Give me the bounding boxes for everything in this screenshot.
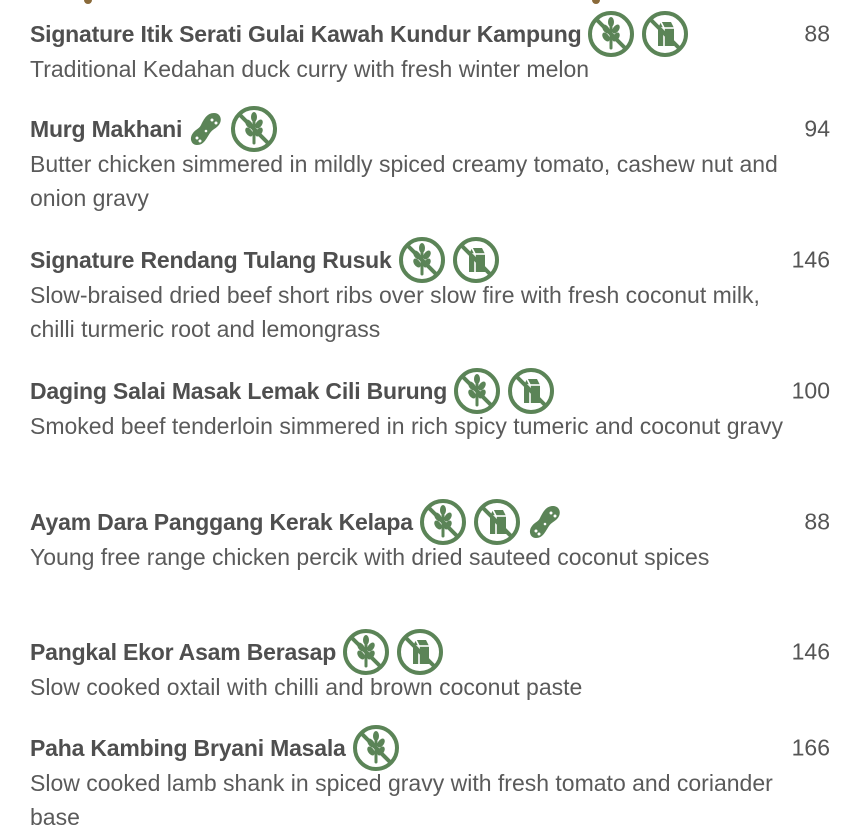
gluten-free-icon xyxy=(453,367,501,415)
menu-item-header: Signature Itik Serati Gulai Kawah Kundur… xyxy=(30,11,830,57)
dish-description: Smoked beef tenderloin simmered in rich … xyxy=(30,413,783,439)
ornament-dot-left xyxy=(84,0,92,4)
menu-item-header: Daging Salai Masak Lemak Cili Burung 100 xyxy=(30,368,830,414)
menu-item-header: Pangkal Ekor Asam Berasap 146 xyxy=(30,629,830,675)
dish-price: 88 xyxy=(804,508,830,535)
menu-item-header: Paha Kambing Bryani Masala 166 xyxy=(30,725,830,771)
dish-description: Slow cooked lamb shank in spiced gravy w… xyxy=(30,770,773,830)
dairy-free-icon xyxy=(396,628,444,676)
gluten-free-icon xyxy=(342,628,390,676)
dish-name: Paha Kambing Bryani Masala xyxy=(30,734,346,761)
dietary-icons xyxy=(398,236,506,284)
menu-item: Ayam Dara Panggang Kerak Kelapa 88 Young… xyxy=(30,499,830,574)
dairy-free-icon xyxy=(473,498,521,546)
menu-item: Paha Kambing Bryani Masala 166 Slow cook… xyxy=(30,725,830,834)
menu-item-header: Murg Makhani 94 xyxy=(30,106,830,152)
contains-nuts-icon xyxy=(188,109,224,149)
dish-description: Slow-braised dried beef short ribs over … xyxy=(30,282,760,342)
dairy-free-icon xyxy=(641,10,689,58)
gluten-free-icon xyxy=(398,236,446,284)
dairy-free-icon xyxy=(452,236,500,284)
dish-name: Signature Itik Serati Gulai Kawah Kundur… xyxy=(30,20,582,47)
dish-name: Pangkal Ekor Asam Berasap xyxy=(30,638,337,665)
dietary-icons xyxy=(342,628,450,676)
menu-item: Pangkal Ekor Asam Berasap 146 Slow cooke… xyxy=(30,629,830,704)
dish-price: 88 xyxy=(804,20,830,47)
dairy-free-icon xyxy=(507,367,555,415)
dish-price: 94 xyxy=(804,115,830,142)
menu-item-header: Signature Rendang Tulang Rusuk 146 xyxy=(30,237,830,283)
gluten-free-icon xyxy=(230,105,278,153)
dish-name: Daging Salai Masak Lemak Cili Burung xyxy=(30,377,448,404)
menu-item: Signature Rendang Tulang Rusuk 146 Slow-… xyxy=(30,237,830,346)
dietary-icons xyxy=(352,724,406,772)
dish-name: Signature Rendang Tulang Rusuk xyxy=(30,246,392,273)
dietary-icons xyxy=(419,498,569,546)
dietary-icons xyxy=(453,367,561,415)
dish-description: Young free range chicken percik with dri… xyxy=(30,544,710,570)
gluten-free-icon xyxy=(352,724,400,772)
dish-price: 166 xyxy=(791,734,830,761)
gluten-free-icon xyxy=(587,10,635,58)
dish-price: 100 xyxy=(791,377,830,404)
dish-price: 146 xyxy=(791,246,830,273)
contains-nuts-icon xyxy=(527,502,563,542)
dietary-icons xyxy=(188,105,284,153)
menu-item: Signature Itik Serati Gulai Kawah Kundur… xyxy=(30,11,830,86)
ornament-dot-right xyxy=(592,0,600,4)
menu-item: Daging Salai Masak Lemak Cili Burung 100… xyxy=(30,368,830,443)
dish-name: Ayam Dara Panggang Kerak Kelapa xyxy=(30,508,413,535)
gluten-free-icon xyxy=(419,498,467,546)
dietary-icons xyxy=(587,10,695,58)
dish-description: Butter chicken simmered in mildly spiced… xyxy=(30,151,778,211)
dish-name: Murg Makhani xyxy=(30,115,183,142)
dish-price: 146 xyxy=(791,638,830,665)
menu-item-header: Ayam Dara Panggang Kerak Kelapa 88 xyxy=(30,499,830,545)
menu-item: Murg Makhani 94 Butter chicken simmered … xyxy=(30,106,830,215)
